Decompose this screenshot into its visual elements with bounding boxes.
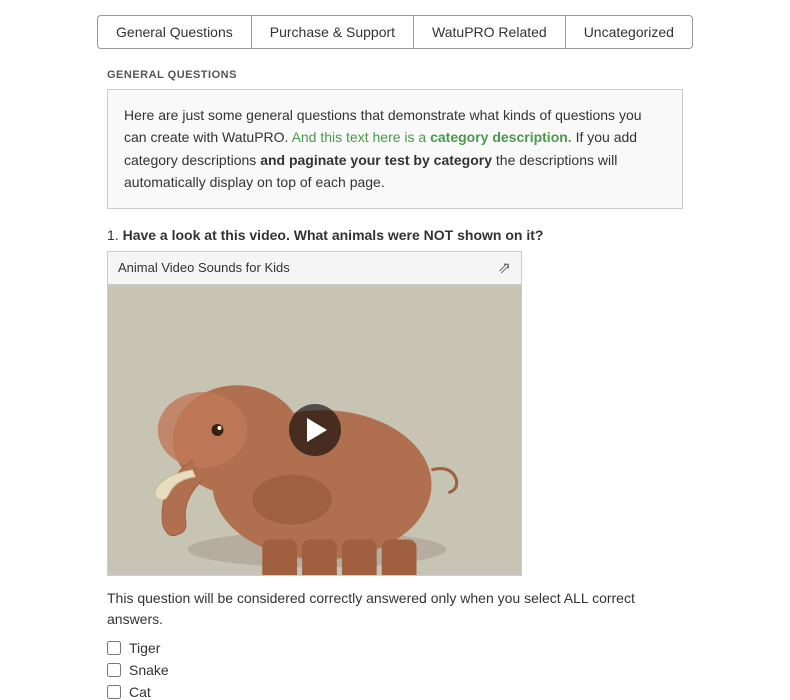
question-container: 1. Have a look at this video. What anima… [107, 227, 683, 700]
question-text: Have a look at this video. What animals … [123, 227, 544, 243]
question-note: This question will be considered correct… [107, 588, 683, 630]
tab-uncategorized[interactable]: Uncategorized [565, 15, 693, 49]
answer-checkbox-tiger[interactable] [107, 641, 121, 655]
description-green-prefix: And this text here is a [292, 129, 431, 145]
share-icon[interactable]: ⇗ [498, 258, 511, 278]
tab-purchase-support[interactable]: Purchase & Support [251, 15, 413, 49]
description-box: Here are just some general questions tha… [107, 89, 683, 209]
video-title: Animal Video Sounds for Kids [118, 260, 290, 275]
question-number: 1. Have a look at this video. What anima… [107, 227, 683, 243]
answer-label-cat: Cat [129, 684, 151, 700]
answer-label-snake: Snake [129, 662, 169, 678]
video-titlebar: Animal Video Sounds for Kids ⇗ [108, 252, 521, 285]
tab-bar: General Questions Purchase & Support Wat… [0, 0, 790, 59]
answer-checkbox-snake[interactable] [107, 663, 121, 677]
play-icon [307, 418, 327, 442]
section-label: GENERAL QUESTIONS [107, 69, 790, 81]
answer-checkbox-cat[interactable] [107, 685, 121, 699]
tab-general-questions[interactable]: General Questions [97, 15, 251, 49]
answers-list: Tiger Snake Cat [107, 640, 683, 700]
answer-item: Tiger [107, 640, 683, 656]
description-bold-green: category description. [430, 129, 572, 145]
answer-label-tiger: Tiger [129, 640, 160, 656]
answer-item: Cat [107, 684, 683, 700]
tab-watupro-related[interactable]: WatuPRO Related [413, 15, 565, 49]
play-button[interactable] [289, 404, 341, 456]
description-bold: and paginate your test by category [260, 152, 492, 168]
video-player: Animal Video Sounds for Kids ⇗ [107, 251, 522, 576]
answer-item: Snake [107, 662, 683, 678]
video-thumbnail[interactable] [108, 285, 521, 575]
question-num-label: 1. [107, 227, 119, 243]
